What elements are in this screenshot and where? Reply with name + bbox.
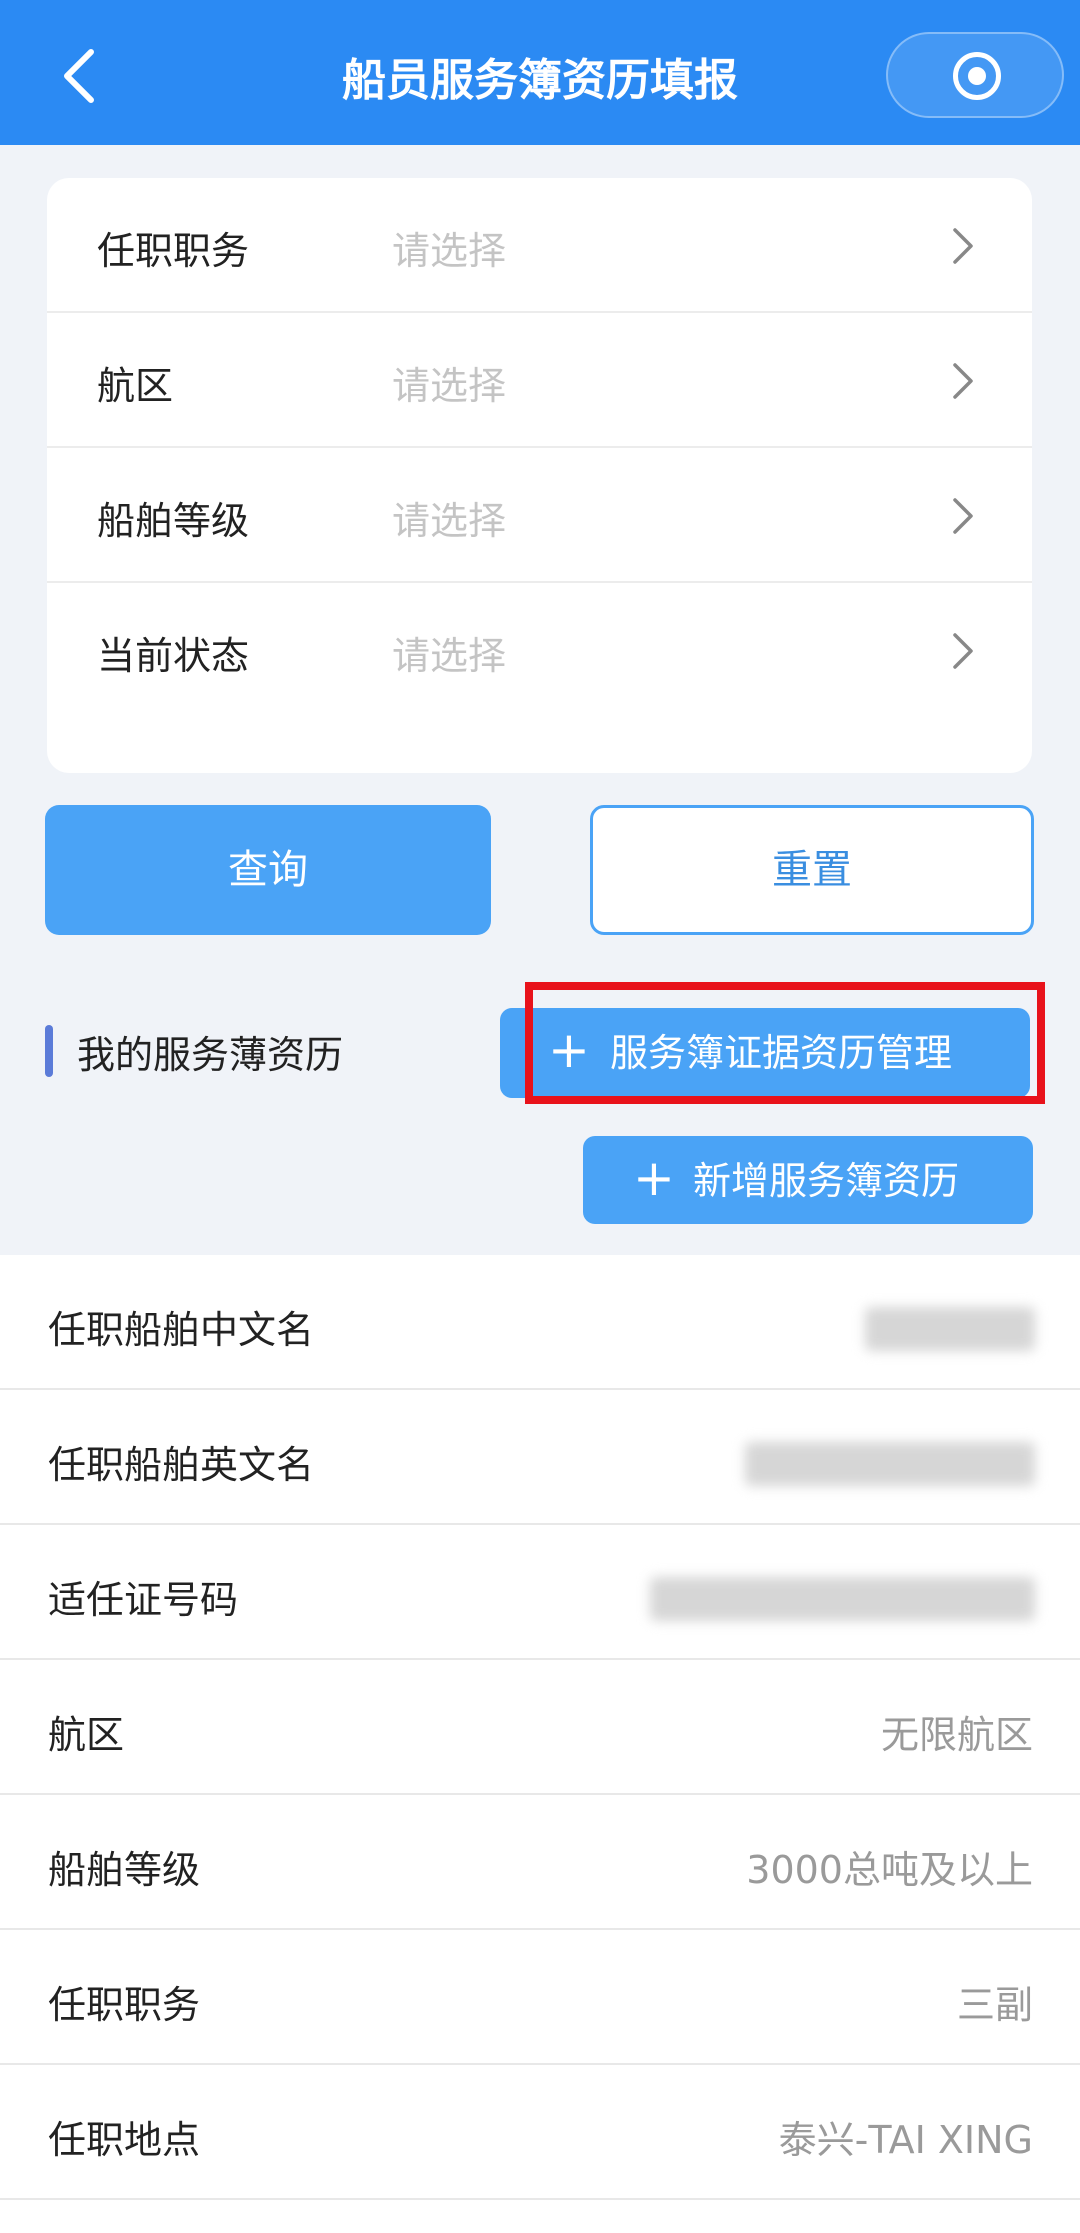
filter-placeholder: 请选择 [392, 499, 507, 543]
chevron-right-icon [953, 363, 973, 399]
detail-label: 任职职务 [48, 1983, 201, 2027]
detail-label: 任职船舶中文名 [48, 1308, 315, 1352]
filter-card: 任职职务 请选择 航区 请选择 船舶等级 请选择 当前状态 请选择 [47, 178, 1032, 773]
chevron-right-icon [953, 228, 973, 264]
filter-row-navigation-area[interactable]: 航区 请选择 [47, 313, 1032, 448]
filter-placeholder: 请选择 [392, 634, 507, 678]
filter-row-current-status[interactable]: 当前状态 请选择 [47, 583, 1032, 718]
button-label: 新增服务簿资历 [693, 1159, 960, 1203]
chevron-right-icon [953, 633, 973, 669]
filter-label: 船舶等级 [97, 499, 250, 543]
detail-label: 任职船舶英文名 [48, 1443, 315, 1487]
detail-row: 任职船舶英文名 [0, 1390, 1080, 1525]
detail-row: 任职船舶中文名 [0, 1255, 1080, 1390]
detail-row: 任职地点 泰兴-TAI XING [0, 2065, 1080, 2200]
filter-label: 航区 [97, 364, 174, 408]
blurred-value [865, 1307, 1035, 1351]
chevron-right-icon [953, 498, 973, 534]
section-accent-bar [45, 1025, 53, 1077]
filter-row-position[interactable]: 任职职务 请选择 [47, 178, 1032, 313]
detail-value: 无限航区 [880, 1713, 1033, 1757]
detail-value: 泰兴-TAI XING [778, 2118, 1033, 2162]
detail-row: 船舶等级 3000总吨及以上 [0, 1795, 1080, 1930]
red-highlight-box [525, 982, 1045, 1104]
detail-label: 任职地点 [48, 2118, 201, 2162]
record-dot-icon [968, 67, 986, 85]
filter-placeholder: 请选择 [392, 229, 507, 273]
filter-placeholder: 请选择 [392, 364, 507, 408]
detail-row: 任职职务 三副 [0, 1930, 1080, 2065]
detail-label: 航区 [48, 1713, 125, 1757]
filter-row-ship-grade[interactable]: 船舶等级 请选择 [47, 448, 1032, 583]
blurred-value [650, 1577, 1035, 1621]
plus-icon: + [633, 1149, 675, 1207]
detail-label: 船舶等级 [48, 1848, 201, 1892]
detail-row: 航区 无限航区 [0, 1660, 1080, 1795]
blurred-value [745, 1442, 1035, 1486]
top-bar: 船员服务簿资历填报 [0, 0, 1080, 145]
record-detail-card: 任职船舶中文名 任职船舶英文名 适任证号码 航区 无限航区 船舶等级 3000总… [0, 1255, 1080, 2233]
detail-label: 适任证号码 [48, 1578, 239, 1622]
section-title: 我的服务薄资历 [77, 1033, 344, 1077]
filter-label: 任职职务 [97, 229, 250, 273]
filter-label: 当前状态 [97, 634, 250, 678]
query-button[interactable]: 查询 [45, 805, 491, 935]
reset-button[interactable]: 重置 [590, 805, 1034, 935]
detail-value: 3000总吨及以上 [746, 1848, 1033, 1892]
add-service-record-button[interactable]: + 新增服务簿资历 [583, 1136, 1033, 1224]
detail-row: 适任证号码 [0, 1525, 1080, 1660]
miniprogram-capsule-button[interactable] [886, 32, 1064, 118]
detail-value: 三副 [956, 1983, 1033, 2027]
